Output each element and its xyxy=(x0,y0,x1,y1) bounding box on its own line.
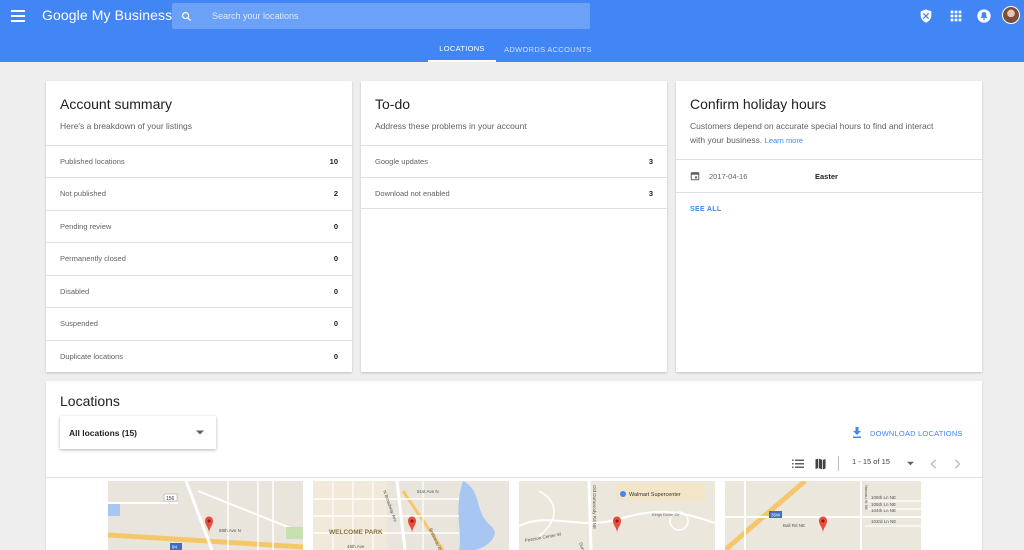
row-label: Not published xyxy=(60,189,106,198)
tab-bar: LOCATIONS ADWORDS ACCOUNTS xyxy=(0,36,1024,62)
row-label: Duplicate locations xyxy=(60,352,123,361)
todo-card: To-do Address these problems in your acc… xyxy=(361,81,667,372)
shield-icon[interactable] xyxy=(918,8,934,24)
chevron-left-icon[interactable] xyxy=(930,459,937,469)
row-value: 0 xyxy=(333,352,338,361)
see-all-button[interactable]: SEE ALL xyxy=(690,206,721,213)
summary-row-pending-review[interactable]: Pending review 0 xyxy=(46,210,352,242)
summary-row-duplicate[interactable]: Duplicate locations 0 xyxy=(46,340,352,372)
map-graphic: 35W 106th Ln NE 105th Ln NE 104th Ln NE … xyxy=(725,481,921,550)
card-subtitle: Address these problems in your account xyxy=(375,121,527,131)
map-graphic: N Broadway Ave 51st Ave N WELCOME PARK B… xyxy=(313,481,509,550)
list-view-icon[interactable] xyxy=(792,459,804,469)
card-description: Customers depend on accurate special hou… xyxy=(690,119,933,148)
download-label: DOWNLOAD LOCATIONS xyxy=(870,428,963,438)
card-title: To-do xyxy=(375,96,411,112)
row-value: 0 xyxy=(333,222,338,231)
map-label: 35W xyxy=(771,513,781,518)
map-label: 104th Ln NE xyxy=(871,508,896,513)
calendar-icon xyxy=(690,172,700,181)
search-bar[interactable] xyxy=(172,3,590,29)
card-title: Account summary xyxy=(60,96,173,112)
summary-row-permanently-closed[interactable]: Permanently closed 0 xyxy=(46,242,352,274)
summary-row-not-published[interactable]: Not published 2 xyxy=(46,177,352,209)
row-label: Permanently closed xyxy=(60,254,126,263)
map-label: Kings Down Cir xyxy=(652,512,680,517)
location-filter-dropdown[interactable]: All locations (15) xyxy=(60,416,216,449)
row-value: 0 xyxy=(333,319,338,328)
map-label: 51st Ave N xyxy=(417,489,439,494)
map-label: WELCOME PARK xyxy=(329,529,383,536)
summary-row-suspended[interactable]: Suspended 0 xyxy=(46,307,352,339)
map-label: 94 xyxy=(172,545,178,550)
map-graphic: Walmart Supercenter Kings Down Cir Pears… xyxy=(519,481,715,550)
map-label: 156 xyxy=(166,496,175,502)
holiday-date: 2017-04-16 xyxy=(709,171,748,181)
location-map-2[interactable]: N Broadway Ave 51st Ave N WELCOME PARK B… xyxy=(313,481,509,550)
map-label: 49th Ave xyxy=(347,544,365,549)
map-label: 103rd Ln NE xyxy=(871,519,896,524)
row-value: 2 xyxy=(333,189,338,198)
todo-row-download-not-enabled[interactable]: Download not enabled 3 xyxy=(361,177,667,209)
pagination-range: 1 - 15 of 15 xyxy=(852,457,890,466)
menu-icon[interactable] xyxy=(8,6,28,26)
toolbar-divider xyxy=(838,456,839,471)
row-label: Pending review xyxy=(60,222,112,231)
download-locations-button[interactable]: DOWNLOAD LOCATIONS xyxy=(852,427,963,439)
learn-more-link[interactable]: Learn more xyxy=(765,136,803,145)
search-input[interactable] xyxy=(212,11,572,21)
map-label: Ball Rd NE xyxy=(783,523,805,528)
holiday-row[interactable]: 2017-04-16 Easter xyxy=(676,159,982,193)
row-value: 0 xyxy=(333,254,338,263)
account-summary-card: Account summary Here's a breakdown of yo… xyxy=(46,81,352,372)
description-line: Customers depend on accurate special hou… xyxy=(690,121,934,131)
row-value: 3 xyxy=(648,188,653,198)
map-label: Nassau St NE xyxy=(864,485,869,510)
app-header: Google My Business LOCATIONS ADWORDS ACC… xyxy=(0,0,1024,62)
section-title: Locations xyxy=(60,393,120,409)
avatar[interactable] xyxy=(1002,6,1020,24)
location-map-4[interactable]: 35W 106th Ln NE 105th Ln NE 104th Ln NE … xyxy=(725,481,921,550)
card-title: Confirm holiday hours xyxy=(690,96,827,112)
map-label: 105th Ln NE xyxy=(871,502,896,507)
map-label: 58th Ave N xyxy=(219,528,241,533)
map-label: 106th Ln NE xyxy=(871,495,896,500)
download-icon xyxy=(853,427,861,438)
search-icon xyxy=(182,11,192,21)
holiday-hours-card: Confirm holiday hours Customers depend o… xyxy=(676,81,982,372)
caret-down-icon[interactable] xyxy=(907,461,914,466)
row-label: Download not enabled xyxy=(375,188,450,198)
notifications-icon[interactable] xyxy=(976,8,992,24)
row-label: Suspended xyxy=(60,319,98,328)
description-line: with your business. xyxy=(690,135,763,145)
row-value: 3 xyxy=(648,157,653,166)
summary-row-disabled[interactable]: Disabled 0 xyxy=(46,275,352,307)
row-label: Disabled xyxy=(60,287,90,296)
card-subtitle: Here's a breakdown of your listings xyxy=(60,121,193,131)
summary-row-published[interactable]: Published locations 10 xyxy=(46,145,352,177)
location-map-3[interactable]: Walmart Supercenter Kings Down Cir Pears… xyxy=(519,481,715,550)
chevron-right-icon[interactable] xyxy=(954,459,961,469)
app-brand[interactable]: Google My Business xyxy=(42,7,172,23)
apps-grid-icon[interactable] xyxy=(948,8,964,24)
divider xyxy=(46,477,982,478)
map-label: Old Dunwoody Rd NE xyxy=(592,485,597,529)
row-value: 10 xyxy=(329,157,338,166)
map-label: Walmart Supercenter xyxy=(629,492,681,498)
caret-down-icon xyxy=(196,430,204,435)
map-view-icon[interactable] xyxy=(815,458,826,470)
tab-locations[interactable]: LOCATIONS xyxy=(428,36,496,62)
location-map-1[interactable]: 156 58th Ave N 94 xyxy=(108,481,303,550)
row-value: 0 xyxy=(333,287,338,296)
dropdown-value: All locations (15) xyxy=(69,427,138,438)
row-label: Published locations xyxy=(60,157,125,166)
tab-adwords-accounts[interactable]: ADWORDS ACCOUNTS xyxy=(502,36,594,62)
todo-row-google-updates[interactable]: Google updates 3 xyxy=(361,145,667,177)
row-label: Google updates xyxy=(375,157,428,166)
holiday-name: Easter xyxy=(815,171,838,181)
map-graphic: 156 58th Ave N 94 xyxy=(108,481,303,550)
